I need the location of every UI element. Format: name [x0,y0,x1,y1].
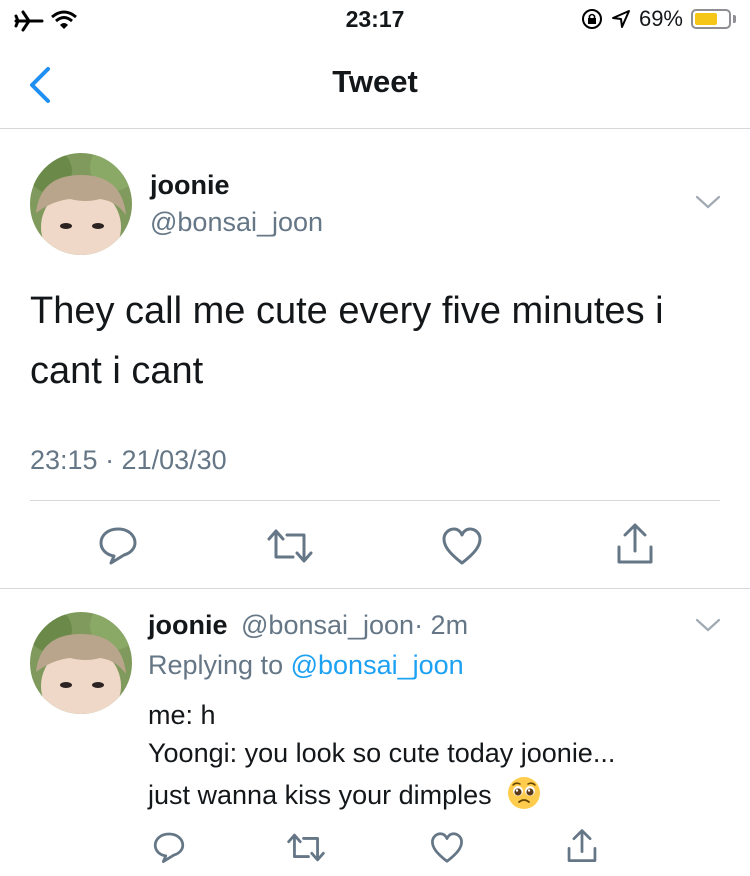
page-title: Tweet [332,64,418,99]
rotation-lock-icon [581,9,602,29]
reply-share-icon[interactable] [565,828,599,864]
header-divider [0,128,750,129]
reply-author-handle[interactable]: @bonsai_joon [241,610,414,640]
timestamp-divider [30,500,720,501]
replying-to-handle[interactable]: @bonsai_joon [291,650,464,680]
replying-to: Replying to @bonsai_joon [148,650,464,681]
reply-text-line-1: me: h [148,700,216,730]
reply-chevron-down-icon[interactable] [694,616,722,634]
battery-icon [691,9,731,29]
status-right: 69% [581,6,736,32]
retweet-icon[interactable] [266,526,314,566]
location-icon [611,10,630,28]
reply-avatar[interactable] [30,612,132,714]
reply-text-line-3-text: just wanna kiss your dimples [148,780,492,810]
replying-to-label: Replying to [148,650,284,680]
reply-header: joonie @bonsai_joon· 2m [148,610,468,641]
share-icon[interactable] [614,522,656,566]
tweet-text-line-2: cant i cant [30,350,204,392]
reply-text-line-2: Yoongi: you look so cute today joonie... [148,738,616,768]
reply-text-line-3: just wanna kiss your dimples [148,776,541,811]
reply-author-name[interactable]: joonie [148,610,228,640]
reply-icon[interactable] [97,524,139,566]
status-bar: 23:17 69% [0,0,750,40]
tweet-author-name[interactable]: joonie [150,170,230,201]
reply-like-icon[interactable] [430,831,464,864]
avatar[interactable] [30,153,132,255]
like-icon[interactable] [441,526,483,566]
battery-percent: 69% [638,6,683,31]
reply-time: · 2m [414,610,469,640]
reply-retweet-icon[interactable] [286,831,326,864]
tweet-text-line-1: They call me cute every five minutes i [30,290,664,332]
pleading-face-emoji [508,777,541,809]
actions-divider [0,588,750,589]
tweet-timestamp: 23:15 · 21/03/30 [30,445,227,475]
chevron-down-icon[interactable] [694,193,722,211]
battery-tip [733,15,736,23]
reply-reply-icon[interactable] [152,830,186,864]
tweet-author-handle[interactable]: @bonsai_joon [150,207,323,238]
